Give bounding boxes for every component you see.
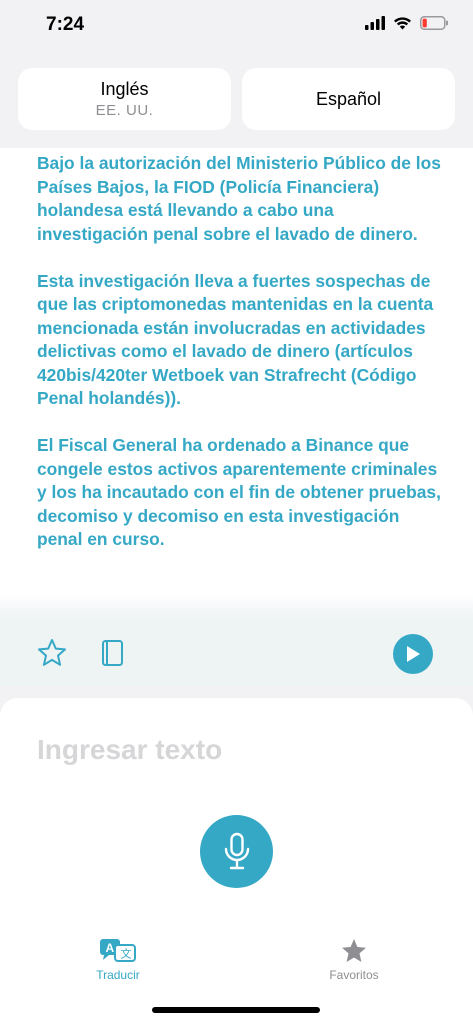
translation-paragraph: Esta investigación lleva a fuertes sospe…	[37, 270, 434, 409]
tab-favorites-label: Favoritos	[329, 968, 379, 982]
scroll-fade	[0, 594, 473, 620]
star-icon	[342, 939, 366, 962]
wifi-icon	[394, 17, 411, 30]
source-language-region: EE. UU.	[95, 102, 154, 119]
source-language-name: Inglés	[100, 79, 149, 99]
translation-output[interactable]: Bajo la autorización del Ministerio Públ…	[0, 148, 473, 620]
play-button[interactable]	[393, 634, 433, 674]
star-outline-icon[interactable]	[36, 637, 68, 669]
input-panel: Ingresar texto A 文 Traducir Favoritos	[0, 698, 473, 1024]
microphone-icon	[224, 832, 249, 869]
translation-paragraph: El Fiscal General ha ordenado a Binance …	[37, 435, 441, 549]
status-time: 7:24	[46, 14, 85, 35]
microphone-button[interactable]	[200, 815, 273, 888]
translation-paragraph: Bajo la autorización del Ministerio Públ…	[37, 153, 441, 244]
translation-text: Bajo la autorización del Ministerio Públ…	[37, 152, 441, 575]
language-selector-bar: Inglés EE. UU. Español	[0, 52, 473, 148]
status-bar: 7:24	[0, 0, 473, 52]
battery-icon	[420, 16, 448, 30]
status-icons	[365, 16, 449, 30]
tab-favorites[interactable]: Favoritos	[304, 938, 404, 982]
source-language-button[interactable]: Inglés EE. UU.	[18, 68, 231, 130]
tab-translate-label: Traducir	[96, 968, 140, 982]
home-indicator	[152, 1007, 320, 1013]
signal-icon	[365, 16, 385, 30]
translate-icon: A 文	[100, 939, 136, 962]
play-icon	[407, 646, 420, 662]
target-language-button[interactable]: Español	[242, 68, 455, 130]
text-input[interactable]: Ingresar texto	[37, 734, 222, 766]
svg-text:A: A	[106, 941, 115, 955]
target-language-name: Español	[315, 88, 382, 109]
book-icon[interactable]	[96, 637, 128, 669]
tab-translate[interactable]: A 文 Traducir	[68, 938, 168, 982]
translation-action-bar	[0, 620, 473, 686]
svg-text:文: 文	[121, 947, 132, 961]
